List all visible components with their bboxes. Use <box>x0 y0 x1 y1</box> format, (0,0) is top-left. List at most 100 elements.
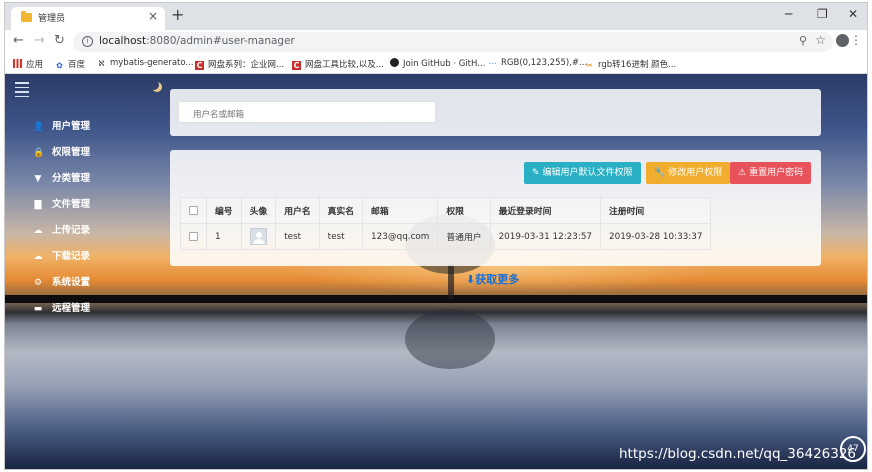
avatar <box>249 228 267 245</box>
cell-username: test <box>275 223 320 250</box>
column-header: 头像 <box>240 197 277 224</box>
admin-page: 👤 用户管理 🔒 权限管理 ▼ 分类管理 ▇ 文件管理 ☁ 上传记录 ☁ 下载记录 ⚙ 系统设… <box>5 74 867 469</box>
tools-icon: ✂ <box>586 61 593 70</box>
select-all-cell <box>180 197 207 224</box>
folder-favicon-icon <box>21 11 32 22</box>
edit-default-permissions-button[interactable]: ✎ 编辑用户默认文件权限 <box>524 162 641 184</box>
user-table: 编号 头像 用户名 真实名 邮箱 权限 最近登录时间 注册时间 1 test t… <box>180 197 712 250</box>
row-checkbox[interactable] <box>189 231 198 241</box>
user-icon: 👤 <box>33 122 45 132</box>
cell-realname: test <box>318 223 364 250</box>
minimize-button[interactable]: ─ <box>785 7 792 21</box>
sidebar-item-files[interactable]: ▇ 文件管理 <box>33 196 90 210</box>
sidebar-item-permissions[interactable]: 🔒 权限管理 <box>33 144 90 158</box>
watermark-text: https://blog.csdn.net/qq_36426326 <box>619 446 857 462</box>
bookmark-mybatis[interactable]: ℵ mybatis-generato... <box>97 58 194 68</box>
cell-permission: 普通用户 <box>437 223 491 250</box>
cloud-upload-icon: ☁ <box>33 226 43 236</box>
arrow-down-icon: ⬇ <box>466 273 476 286</box>
sidebar-item-categories[interactable]: ▼ 分类管理 <box>33 170 90 184</box>
sidebar-item-label: 文件管理 <box>52 199 91 210</box>
background-reflection <box>405 309 495 369</box>
modify-permissions-button[interactable]: 🔧 修改用户权限 <box>646 162 731 184</box>
tab-title: 管理员 <box>38 14 66 24</box>
zoom-icon[interactable]: ⚲ <box>799 34 807 47</box>
forward-arrow-icon[interactable]: → <box>34 33 45 48</box>
reload-icon[interactable]: ↻ <box>54 33 65 48</box>
sidebar-item-label: 下载记录 <box>52 251 91 262</box>
load-more-link[interactable]: ⬇获取更多 <box>466 271 519 287</box>
sidebar-item-label: 上传记录 <box>52 225 91 236</box>
lock-icon: 🔒 <box>33 148 45 158</box>
reset-password-button[interactable]: ⚠ 重置用户密码 <box>730 162 812 184</box>
sidebar-item-download-records[interactable]: ☁ 下载记录 <box>33 248 91 262</box>
bookmark-github[interactable]: Join GitHub · GitH... <box>390 58 485 69</box>
sidebar-item-label: 用户管理 <box>52 121 91 132</box>
column-header: 编号 <box>206 197 242 224</box>
table-header-row: 编号 头像 用户名 真实名 邮箱 权限 最近登录时间 注册时间 <box>180 197 712 224</box>
sidebar: 👤 用户管理 🔒 权限管理 ▼ 分类管理 ▇ 文件管理 ☁ 上传记录 ☁ 下载记录 ⚙ 系统设… <box>5 74 105 469</box>
sidebar-item-label: 系统设置 <box>52 277 91 288</box>
table-row[interactable]: 1 test test 123@qq.com 普通用户 2019-03-31 1… <box>180 223 712 250</box>
bookmark-apps[interactable]: 应用 <box>13 58 43 70</box>
cell-registered: 2019-03-28 10:33:37 <box>600 223 712 250</box>
edit-icon: ✎ <box>532 168 540 178</box>
mybatis-icon: ℵ <box>98 59 105 68</box>
column-header: 用户名 <box>275 197 320 224</box>
cell-email: 123@qq.com <box>362 223 439 250</box>
new-tab-button[interactable]: + <box>171 5 184 24</box>
tab-close-icon[interactable]: × <box>148 9 158 23</box>
bookmarks-bar: 应用 ✿ 百度 ℵ mybatis-generato... C 网盘系列：企业网...… <box>5 54 867 74</box>
column-header: 注册时间 <box>600 197 712 224</box>
column-header: 真实名 <box>318 197 364 224</box>
sidebar-item-settings[interactable]: ⚙ 系统设置 <box>33 274 90 288</box>
background-tree-trunk <box>448 264 454 299</box>
select-all-checkbox[interactable] <box>189 205 198 215</box>
sidebar-item-users[interactable]: 👤 用户管理 <box>33 118 90 132</box>
address-bar-row: ← → ↻ i localhost:8080/admin#user-manage… <box>5 30 867 54</box>
close-window-button[interactable]: ✕ <box>848 7 858 21</box>
url-field[interactable]: i localhost:8080/admin#user-manager ⚲ ☆ <box>73 32 833 52</box>
cloud-download-icon: ☁ <box>33 252 43 262</box>
browser-tab[interactable]: 管理员 × <box>11 7 165 30</box>
filter-icon: ▼ <box>34 174 42 184</box>
account-icon[interactable] <box>836 34 849 47</box>
tab-strip: 管理员 × + ─ ❐ ✕ <box>5 3 867 30</box>
bookmark-baidu[interactable]: ✿ 百度 <box>55 58 85 70</box>
rgb-dots-icon: ⋯ <box>488 59 497 68</box>
warning-icon: ⚠ <box>738 168 747 178</box>
sidebar-item-label: 远程管理 <box>52 303 91 314</box>
browser-window: 管理员 × + ─ ❐ ✕ ← → ↻ i localhost:8080/adm… <box>4 2 868 470</box>
column-header: 最近登录时间 <box>489 197 602 224</box>
maximize-button[interactable]: ❐ <box>817 7 828 21</box>
cell-avatar <box>240 223 277 250</box>
browser-menu-icon[interactable]: ⋮ <box>850 33 862 47</box>
search-input[interactable] <box>178 101 436 123</box>
baidu-paw-icon: ✿ <box>56 61 63 70</box>
sidebar-item-label: 权限管理 <box>52 147 91 158</box>
cell-id: 1 <box>206 223 242 250</box>
bookmark-rgb-hex[interactable]: ✂ rgb转16进制 颜色... <box>585 58 676 70</box>
search-card <box>170 89 821 136</box>
gear-icon: ⚙ <box>33 278 43 288</box>
sidebar-item-remote[interactable]: ▬ 远程管理 <box>33 300 90 314</box>
background-horizon <box>5 295 867 303</box>
csdn-c-icon: C <box>195 61 204 70</box>
wrench-icon: 🔧 <box>654 168 666 178</box>
row-select-cell <box>180 223 207 250</box>
column-header: 权限 <box>437 197 491 224</box>
apps-grid-icon <box>13 59 22 68</box>
back-arrow-icon[interactable]: ← <box>13 33 24 48</box>
folder-icon: ▬ <box>33 304 43 314</box>
bookmark-star-icon[interactable]: ☆ <box>815 33 826 47</box>
bookmark-netdisk-series[interactable]: C 网盘系列：企业网... <box>195 58 284 70</box>
bookmark-rgb[interactable]: ⋯ RGB(0,123,255),#... <box>488 58 588 68</box>
sidebar-item-upload-records[interactable]: ☁ 上传记录 <box>33 222 91 236</box>
info-icon[interactable]: i <box>82 36 93 47</box>
csdn-c-icon: C <box>292 61 301 70</box>
scroll-badge[interactable]: 47 <box>840 436 866 462</box>
column-header: 邮箱 <box>362 197 439 224</box>
hamburger-menu-icon[interactable] <box>15 82 29 100</box>
bookmark-netdisk-tools[interactable]: C 网盘工具比较,以及... <box>292 58 384 70</box>
github-icon <box>390 58 399 67</box>
